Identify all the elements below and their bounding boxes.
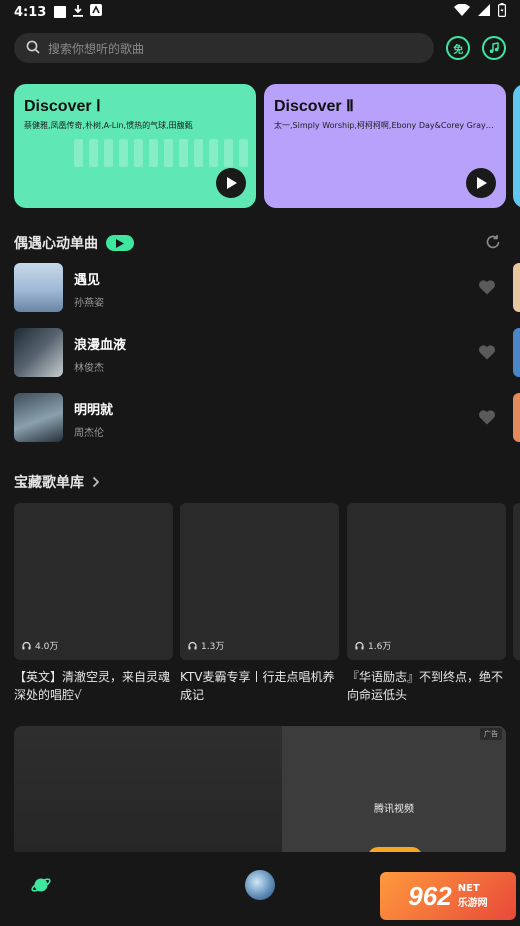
playlist-card[interactable]: 4.0万 【英文】清澈空灵，来自灵魂深处的唱腔√ [14,503,173,704]
encounter-section-title: 偶遇心动单曲 [14,233,134,253]
song-name: 明明就 [74,403,114,418]
play-icon [116,238,124,248]
playlist-title: KTV麦霸专享丨行走点唱机养成记 [180,670,335,702]
music-note-icon [489,42,499,53]
discover-card-2[interactable]: Discover Ⅱ 太一,Simply Worship,柯柯柯啊,Ebony … [264,84,506,208]
music-recognition-button[interactable] [482,36,507,60]
encounter-title: 偶遇心动单曲 [14,236,98,252]
search-input[interactable]: 搜索你想听的歌曲 [14,33,435,63]
song-cover [14,328,63,377]
now-playing-disc[interactable] [245,870,275,900]
free-mode-button[interactable]: 免 [446,36,471,60]
ad-brand: 腾讯视频 [374,804,414,815]
discover-title: Discover Ⅰ [24,98,101,115]
search-row: 搜索你想听的歌曲 免 [14,33,507,63]
chevron-right-icon [92,476,100,488]
headphones-icon [188,641,197,650]
discover-card-1[interactable]: Discover Ⅰ 蔡健雅,凤凰传奇,朴树,A-Lin,惯热的气球,田馥甄 [14,84,256,208]
song-peek-thumbnail [513,328,520,377]
play-icon [227,177,237,189]
play-all-button[interactable] [106,235,134,251]
playlist-cover: 1.3万 [180,503,339,660]
song-artist: 林俊杰 [74,363,104,374]
status-time: 4:13 [14,4,47,20]
song-artist: 周杰伦 [74,428,104,439]
watermark-number: 962 [408,880,452,911]
song-name: 遇见 [74,273,101,288]
play-icon [477,177,487,189]
discover-artists: 蔡健雅,凤凰传奇,朴树,A-Lin,惯热的气球,田馥甄 [24,121,193,130]
playlist-title: 【英文】清澈空灵，来自灵魂深处的唱腔√ [14,670,171,702]
signal-icon [478,4,490,20]
song-cover [14,393,63,442]
play-count: 1.3万 [188,639,224,652]
notification-square-icon [54,6,67,18]
ad-banner[interactable]: 广告 腾讯视频 [14,726,506,856]
app-notification-icon [90,4,103,20]
playlist-carousel[interactable]: 4.0万 【英文】清澈空灵，来自灵魂深处的唱腔√ 1.3万 KTV麦霸专享丨行走… [14,503,520,713]
song-row[interactable]: 浪漫血液 林俊杰 [14,328,520,393]
library-title: 宝藏歌单库 [14,475,84,491]
watermark-logo: 962 NET 乐游网 [380,872,516,920]
search-placeholder: 搜索你想听的歌曲 [48,41,145,56]
heart-icon[interactable] [478,344,496,360]
play-button[interactable] [216,168,246,198]
refresh-icon[interactable] [484,233,502,251]
song-artist: 孙燕姿 [74,298,104,309]
play-count-value: 4.0万 [35,642,59,652]
wifi-icon [454,3,470,20]
song-cover [14,263,63,312]
discover-artists: 太一,Simply Worship,柯柯柯啊,Ebony Day&Corey G… [274,121,496,130]
heart-icon[interactable] [478,409,496,425]
watermark-site: 乐游网 [457,898,488,909]
status-bar: 4:13 [0,0,520,24]
song-name: 浪漫血液 [74,338,127,353]
battery-icon [498,3,507,21]
headphones-icon [355,641,364,650]
ad-panel: 广告 腾讯视频 [282,726,506,856]
song-list: 遇见 孙燕姿 浪漫血液 林俊杰 明明就 周杰伦 [14,263,520,458]
playlist-title: 『华语励志』不到终点，绝不向命运低头 [347,670,504,702]
song-row[interactable]: 遇见 孙燕姿 [14,263,520,328]
headphones-icon [22,641,31,650]
play-count-value: 1.6万 [368,642,392,652]
playlist-cover: 1.6万 [347,503,506,660]
playlist-card[interactable]: 1.3万 KTV麦霸专享丨行走点唱机养成记 [180,503,339,704]
search-icon [26,39,40,58]
playlist-card-peek[interactable] [513,503,520,660]
heart-icon[interactable] [478,279,496,295]
free-mode-label: 免 [453,44,464,56]
decorative-piano-bars [74,139,248,167]
play-count: 4.0万 [22,639,58,652]
watermark-suffix: NET [457,883,480,894]
ad-image [14,726,282,856]
discover-carousel[interactable]: Discover Ⅰ 蔡健雅,凤凰传奇,朴树,A-Lin,惯热的气球,田馥甄 D… [14,84,520,208]
play-count: 1.6万 [355,639,391,652]
discover-card-3-peek[interactable] [513,84,520,208]
song-peek-thumbnail [513,393,520,442]
playlist-card[interactable]: 1.6万 『华语励志』不到终点，绝不向命运低头 [347,503,506,704]
play-button[interactable] [466,168,496,198]
planet-icon[interactable] [30,874,52,896]
download-icon [72,4,84,21]
playlist-cover: 4.0万 [14,503,173,660]
library-section-title[interactable]: 宝藏歌单库 [14,472,100,492]
song-peek-thumbnail [513,263,520,312]
song-row[interactable]: 明明就 周杰伦 [14,393,520,458]
ad-tag: 广告 [480,728,502,740]
discover-title: Discover Ⅱ [274,98,354,115]
playlist-cover [513,503,520,660]
play-count-value: 1.3万 [201,642,225,652]
